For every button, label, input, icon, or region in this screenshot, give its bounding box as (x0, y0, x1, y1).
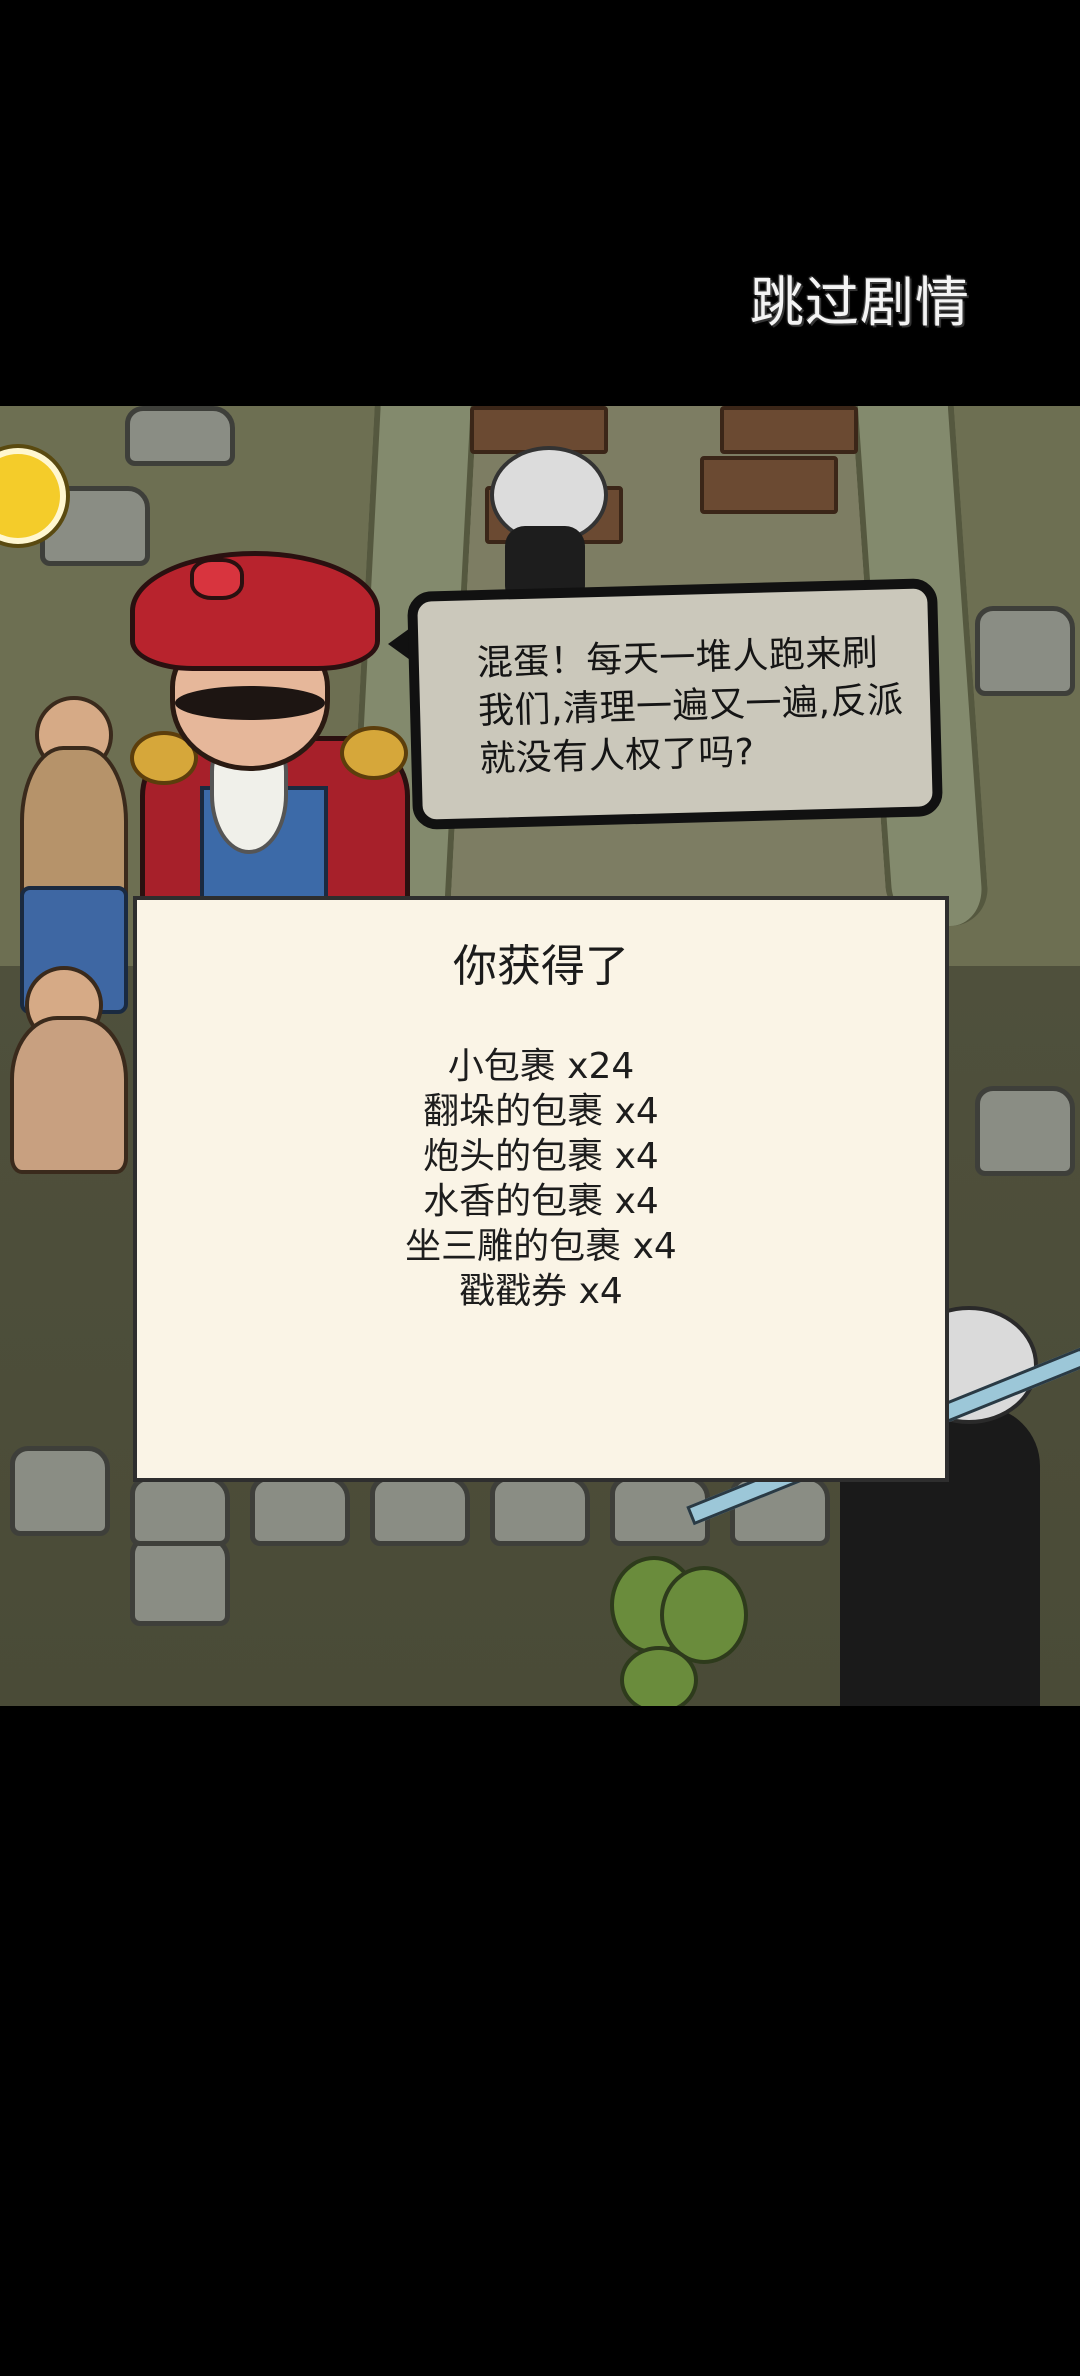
reward-title: 你获得了 (453, 941, 629, 992)
reward-item: 坐三雕的包裹 x4 (405, 1226, 677, 1267)
tree (620, 1646, 698, 1706)
top-letterbox (0, 0, 1080, 406)
rock (370, 1476, 470, 1546)
rock (10, 1446, 110, 1536)
wooden-fence (700, 456, 838, 514)
skip-story-button[interactable]: 跳过剧情 (745, 268, 975, 338)
reward-item: 小包裹 x24 (447, 1046, 635, 1087)
reward-panel[interactable]: 你获得了 小包裹 x24 翻垛的包裹 x4 炮头的包裹 x4 水香的包裹 x4 … (133, 896, 949, 1482)
dialogue-text: 混蛋！每天一堆人跑来刷我们,清理一遍又一遍,反派就没有人权了吗? (476, 632, 904, 781)
rock (250, 1476, 350, 1546)
rock (130, 1476, 230, 1546)
reward-item: 戳戳券 x4 (459, 1271, 623, 1312)
rock (975, 606, 1075, 696)
thug-character (10, 1016, 128, 1174)
pirate-boss-hat (130, 551, 380, 671)
rock (125, 406, 235, 466)
reward-item: 水香的包裹 x4 (423, 1181, 659, 1222)
rock (130, 1536, 230, 1626)
speech-bubble: 混蛋！每天一堆人跑来刷我们,清理一遍又一遍,反派就没有人权了吗? (406, 578, 944, 830)
reward-item: 炮头的包裹 x4 (423, 1136, 659, 1177)
reward-list: 小包裹 x24 翻垛的包裹 x4 炮头的包裹 x4 水香的包裹 x4 坐三雕的包… (137, 1044, 945, 1314)
pirate-boss-hat-bow (190, 558, 244, 600)
rock (490, 1476, 590, 1546)
rock (975, 1086, 1075, 1176)
reward-item: 翻垛的包裹 x4 (423, 1091, 659, 1132)
pirate-boss-mustache (175, 686, 325, 720)
bottom-letterbox (0, 1706, 1080, 2376)
epaulet (340, 726, 408, 780)
wooden-fence (720, 406, 858, 454)
